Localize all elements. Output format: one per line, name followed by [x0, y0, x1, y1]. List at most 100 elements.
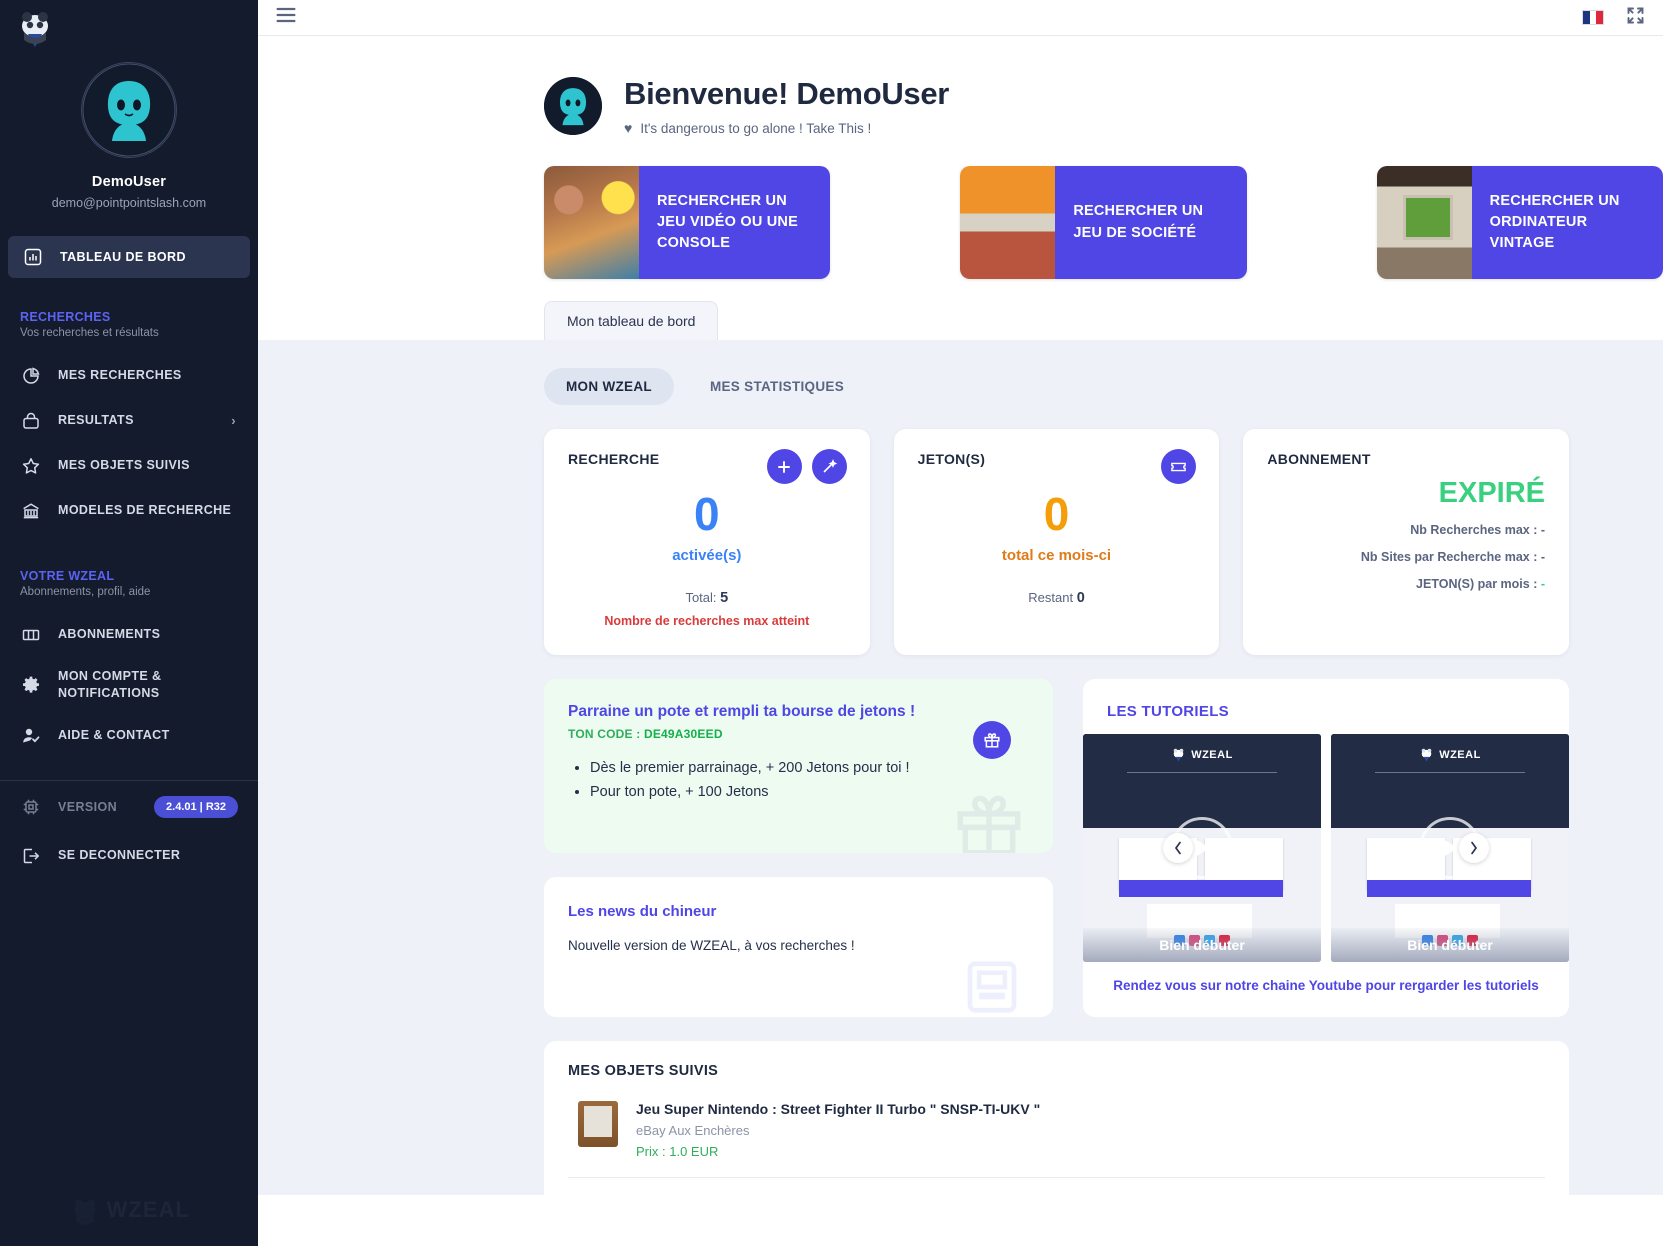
sidebar-item-label: ABONNEMENTS: [58, 627, 161, 642]
card-jetons: JETON(S) 0 total ce mois-ci Restant 0: [893, 429, 1220, 655]
item-name: Jeu Super Nintendo : Street Fighter II T…: [636, 1101, 1041, 1117]
chevron-left-icon[interactable]: [1163, 833, 1193, 863]
tutorials-youtube-link[interactable]: Rendez vous sur notre chaine Youtube pou…: [1083, 978, 1569, 993]
topbar: [258, 0, 1663, 36]
item-price: Prix : 1.0 EUR: [636, 1144, 719, 1159]
tutorial-slide[interactable]: WZEAL Bien débuter: [1331, 734, 1569, 962]
sidebar-item-dashboard-label: TABLEAU DE BORD: [60, 250, 186, 264]
section-title: VOTRE WZEAL: [20, 569, 115, 583]
subtab-strip: MON WZEAL MES STATISTIQUES: [258, 340, 1663, 405]
vintage-computer-thumb: [1376, 166, 1472, 279]
sidebar-item-dashboard[interactable]: TABLEAU DE BORD: [8, 236, 250, 278]
list-item[interactable]: Street Fighter 2 Turbo Super Nintendo SN…: [544, 1178, 1569, 1195]
sidebar-item-mon-compte-notifications[interactable]: MON COMPTE & NOTIFICATIONS: [0, 657, 258, 713]
card-abonnement: ABONNEMENT EXPIRÉ Nb Recherches max : - …: [1243, 429, 1570, 655]
add-search-button[interactable]: [766, 449, 802, 484]
abonnement-line: Nb Recherches max : -: [1410, 523, 1546, 537]
video-games-thumb: [544, 166, 639, 279]
version-badge: 2.4.01 | R32: [154, 796, 238, 818]
parrainage-bullet: Dès le premier parrainage, + 200 Jetons …: [590, 757, 1053, 781]
welcome-subtitle-row: ♥ It's dangerous to go alone ! Take This…: [624, 120, 949, 136]
sidebar-item-abonnements[interactable]: ABONNEMENTS: [0, 612, 258, 657]
tutorial-logo-label: WZEAL: [1439, 749, 1481, 761]
jetons-remaining-value: 0: [1076, 590, 1085, 606]
tickets-button[interactable]: [1161, 449, 1197, 484]
hamburger-icon[interactable]: [276, 7, 296, 28]
sidebar-item-label: MON COMPTE & NOTIFICATIONS: [58, 669, 162, 700]
recherche-count-label: activée(s): [672, 547, 742, 564]
tutorial-caption: Bien débuter: [1331, 928, 1569, 962]
star-icon: [20, 455, 42, 477]
news-icon: [961, 956, 1023, 1017]
avatar[interactable]: [544, 77, 602, 135]
tutorial-slide[interactable]: WZEAL Bien débuter: [1083, 734, 1321, 962]
card-objets-suivis: MES OBJETS SUIVIS Jeu Super Nintendo : S…: [544, 1041, 1569, 1195]
chip-icon: [20, 796, 42, 818]
version-row: VERSION 2.4.01 | R32: [0, 781, 258, 833]
parrainage-code-value[interactable]: DE49A30EED: [644, 727, 723, 741]
recherche-warning: Nombre de recherches max atteint: [604, 614, 810, 628]
gear-icon: [20, 674, 42, 696]
pie-chart-icon: [20, 365, 42, 387]
sidebar-item-label: SE DECONNECTER: [58, 848, 181, 863]
dashboard-content: MON WZEAL MES STATISTIQUES RECHERCHE 0 a…: [258, 340, 1663, 1195]
gift-button[interactable]: [973, 721, 1011, 759]
profile-email: demo@pointpointslash.com: [51, 196, 207, 210]
sidebar-item-logout[interactable]: SE DECONNECTER: [0, 833, 258, 878]
board-games-thumb: [960, 166, 1056, 279]
recherche-total-row: Total: 5: [544, 590, 870, 606]
promo-card-board-games[interactable]: RECHERCHER UN JEU DE SOCIÉTÉ: [960, 166, 1247, 279]
heart-icon: ♥: [624, 120, 633, 136]
section-subtitle: Vos recherches et résultats: [20, 327, 159, 339]
sidebar: DemoUser demo@pointpointslash.com TABLEA…: [0, 0, 258, 1246]
recherche-total-value: 5: [720, 590, 729, 606]
jetons-remaining-row: Restant 0: [894, 590, 1220, 606]
objets-suivis-title: MES OBJETS SUIVIS: [568, 1063, 719, 1079]
chevron-right-icon[interactable]: [1459, 833, 1489, 863]
parrainage-title: Parraine un pote et rempli ta bourse de …: [568, 703, 916, 720]
tutorial-caption: Bien débuter: [1083, 928, 1321, 962]
columns-icon: [20, 624, 42, 646]
item-thumbnail: [578, 1101, 618, 1147]
abonnement-jetons-label: JETON(S) par mois :: [1416, 577, 1541, 591]
promo-label: RECHERCHER UN JEU VIDÉO OU UNE CONSOLE: [639, 166, 831, 279]
sidebar-item-mes-objets-suivis[interactable]: MES OBJETS SUIVIS: [0, 443, 258, 488]
app-root: DemoUser demo@pointpointslash.com TABLEA…: [0, 0, 1663, 1246]
tutorials-title: LES TUTORIELS: [1107, 703, 1229, 720]
watermark-text: WZEAL: [106, 1197, 190, 1223]
card-news: Les news du chineur Nouvelle version de …: [544, 877, 1053, 1017]
expand-icon[interactable]: [1626, 6, 1645, 30]
tab-mes-statistiques[interactable]: MES STATISTIQUES: [688, 368, 866, 405]
sidebar-item-aide-contact[interactable]: AIDE & CONTACT: [0, 713, 258, 758]
abonnement-jetons-line: JETON(S) par mois : -: [1243, 564, 1569, 591]
avatar[interactable]: [81, 62, 177, 158]
promo-cards: RECHERCHER UN JEU VIDÉO OU UNE CONSOLE R…: [258, 136, 1663, 279]
sidebar-item-label: MES RECHERCHES: [58, 368, 182, 383]
language-flag-fr-icon[interactable]: [1582, 10, 1604, 25]
sidebar-watermark: WZEAL: [0, 1197, 258, 1228]
section-subtitle: Abonnements, profil, aide: [20, 586, 151, 598]
card-title: ABONNEMENT: [1267, 451, 1371, 467]
promo-card-video-games[interactable]: RECHERCHER UN JEU VIDÉO OU UNE CONSOLE: [544, 166, 831, 279]
list-item[interactable]: Jeu Super Nintendo : Street Fighter II T…: [544, 1079, 1569, 1177]
sidebar-item-mes-recherches[interactable]: MES RECHERCHES: [0, 353, 258, 398]
promo-card-vintage-computer[interactable]: RECHERCHER UN ORDINATEUR VINTAGE: [1376, 166, 1663, 279]
topbar-actions: [1582, 6, 1645, 30]
sidebar-section-votre-wzeal: VOTRE WZEAL Abonnements, profil, aide: [20, 569, 258, 598]
news-body: Nouvelle version de WZEAL, à vos recherc…: [568, 938, 855, 953]
stats-row: RECHERCHE 0 activée(s) Total: 5 Nombre d…: [258, 405, 1663, 655]
parrainage-code-label: TON CODE :: [568, 727, 644, 741]
recherche-count: 0: [694, 488, 720, 540]
tab-mon-tableau-de-bord[interactable]: Mon tableau de bord: [544, 301, 719, 340]
jetons-count-label: total ce mois-ci: [1001, 547, 1112, 564]
tab-mon-wzeal[interactable]: MON WZEAL: [544, 368, 674, 405]
gift-ghost-icon: [951, 786, 1027, 853]
tab-strip: Mon tableau de bord: [258, 279, 1663, 340]
promo-label: RECHERCHER UN JEU DE SOCIÉTÉ: [1055, 166, 1247, 279]
tutorials-carousel: WZEAL Bien débuter WZEAL Bien débuter: [1083, 734, 1569, 962]
sidebar-item-resultats[interactable]: RESULTATS ›: [0, 398, 258, 443]
welcome-subtitle: It's dangerous to go alone ! Take This !: [640, 120, 872, 136]
magic-wand-button[interactable]: [811, 449, 847, 484]
brand-logo-icon[interactable]: [16, 10, 54, 48]
sidebar-item-modeles-de-recherche[interactable]: MODELES DE RECHERCHE: [0, 488, 258, 533]
